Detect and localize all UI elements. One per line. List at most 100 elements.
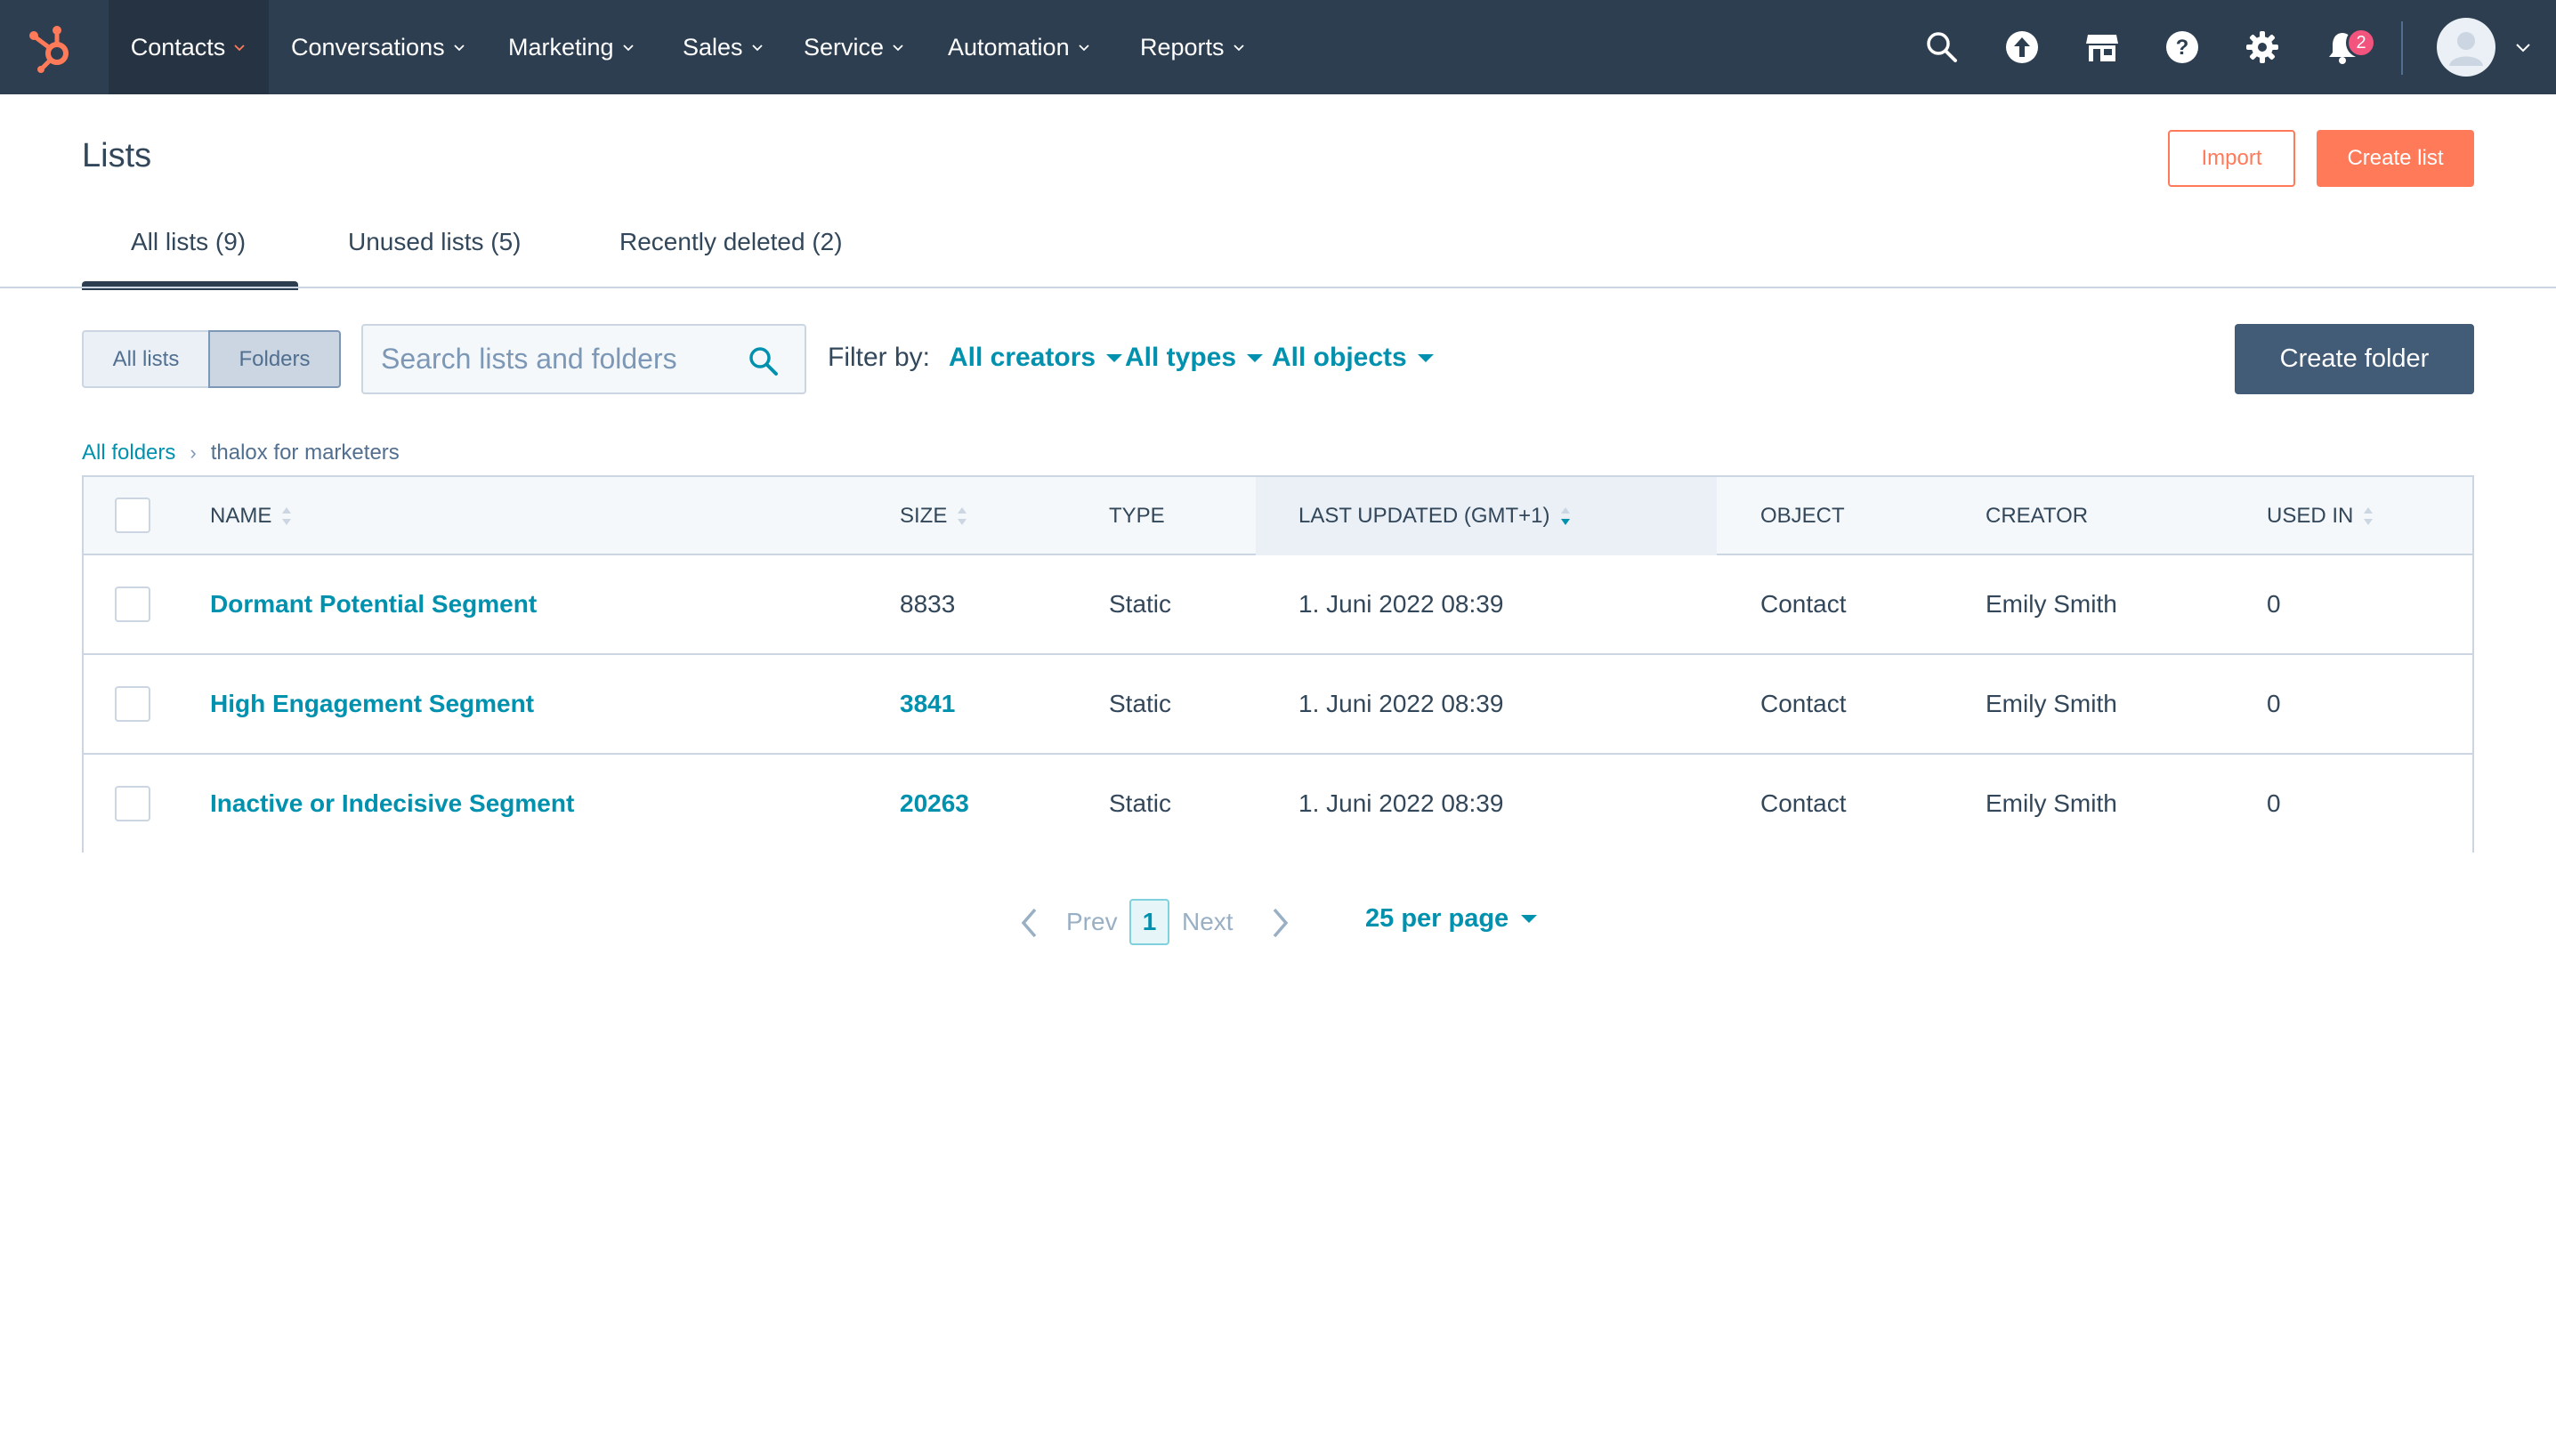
column-header-used-in-label: USED IN: [2267, 504, 2354, 528]
filter-types-dropdown[interactable]: All types: [1125, 343, 1264, 373]
column-header-last-updated-label: LAST UPDATED (GMT+1): [1298, 504, 1550, 528]
list-size: 8833: [900, 590, 956, 618]
list-size-link[interactable]: 3841: [900, 690, 955, 718]
column-header-last-updated[interactable]: LAST UPDATED (GMT+1): [1298, 504, 1572, 529]
nav-conversations[interactable]: Conversations: [291, 0, 466, 94]
search-input[interactable]: [381, 326, 737, 392]
tab-recently-deleted[interactable]: Recently deleted (2): [619, 228, 843, 256]
nav-contacts-label: Contacts: [130, 33, 226, 61]
per-page-dropdown[interactable]: 25 per page: [1365, 904, 1538, 934]
nav-service-label: Service: [804, 33, 885, 61]
nav-reports-label: Reports: [1140, 33, 1225, 61]
search-box: [361, 324, 806, 394]
list-last-updated: 1. Juni 2022 08:39: [1298, 590, 1504, 618]
nav-sales[interactable]: Sales: [683, 0, 764, 94]
select-all-checkbox[interactable]: [115, 497, 150, 533]
list-used-in: 0: [2267, 690, 2281, 717]
list-used-in: 0: [2267, 789, 2281, 817]
per-page-label: 25 per page: [1365, 904, 1509, 933]
pagination-prev[interactable]: Prev: [1066, 908, 1118, 936]
nav-contacts[interactable]: Contacts: [109, 0, 269, 94]
filter-objects-label: All objects: [1272, 343, 1407, 372]
column-header-creator: CREATOR: [1986, 504, 2088, 529]
hubspot-logo-icon[interactable]: [25, 20, 82, 77]
column-header-name-label: NAME: [210, 504, 272, 528]
account-menu-chevron-icon[interactable]: [2515, 42, 2531, 54]
chevron-down-icon: [751, 44, 763, 52]
list-last-updated: 1. Juni 2022 08:39: [1298, 789, 1504, 817]
pagination-current-page[interactable]: 1: [1129, 899, 1169, 945]
nav-conversations-label: Conversations: [291, 33, 445, 61]
column-header-object-label: OBJECT: [1760, 504, 1845, 528]
row-checkbox[interactable]: [115, 786, 150, 821]
caret-down-icon: [1417, 353, 1434, 362]
chevron-down-icon: [453, 44, 465, 52]
row-checkbox[interactable]: [115, 586, 150, 622]
view-toggle-folders[interactable]: Folders: [208, 330, 341, 388]
column-header-type-label: TYPE: [1109, 504, 1165, 528]
nav-marketing-label: Marketing: [508, 33, 614, 61]
list-object: Contact: [1760, 789, 1847, 817]
filter-by-label: Filter by:: [828, 343, 931, 372]
user-avatar[interactable]: [2437, 18, 2495, 77]
nav-service[interactable]: Service: [804, 0, 905, 94]
chevron-right-icon[interactable]: [1270, 906, 1291, 940]
page-title: Lists: [82, 137, 152, 174]
chevron-down-icon: [622, 44, 634, 52]
import-button[interactable]: Import: [2168, 130, 2295, 187]
nav-marketing[interactable]: Marketing: [508, 0, 635, 94]
user-silhouette-icon: [2449, 32, 2483, 66]
marketplace-icon[interactable]: [2084, 29, 2120, 65]
sort-icon: [2364, 507, 2374, 525]
table-row: High Engagement Segment 3841 Static 1. J…: [84, 655, 2472, 755]
help-icon[interactable]: ?: [2164, 29, 2200, 65]
sort-descending-icon: [1560, 507, 1570, 525]
search-icon[interactable]: [1924, 29, 1960, 65]
breadcrumb-current-folder: thalox for marketers: [210, 441, 400, 465]
nav-divider: [2401, 21, 2403, 75]
list-last-updated: 1. Juni 2022 08:39: [1298, 690, 1504, 717]
top-navigation-bar: Contacts Conversations Marketing Sales S…: [0, 0, 2556, 94]
lists-table: NAME SIZE TYPE LAST UPDATED (GMT+1) OBJE…: [82, 475, 2474, 854]
chevron-down-icon: [234, 44, 245, 52]
create-list-button[interactable]: Create list: [2317, 130, 2474, 187]
settings-icon[interactable]: [2245, 29, 2280, 65]
filter-creators-dropdown[interactable]: All creators: [949, 343, 1123, 373]
view-toggle-all-lists[interactable]: All lists: [82, 330, 210, 388]
list-name-link[interactable]: High Engagement Segment: [210, 690, 534, 718]
chevron-left-icon[interactable]: [1018, 906, 1039, 940]
breadcrumb-all-folders[interactable]: All folders: [82, 441, 175, 465]
create-folder-button[interactable]: Create folder: [2235, 324, 2474, 394]
caret-down-icon: [1247, 353, 1264, 362]
column-header-creator-label: CREATOR: [1986, 504, 2089, 528]
list-object: Contact: [1760, 590, 1847, 618]
search-icon[interactable]: [748, 345, 780, 377]
table-header: NAME SIZE TYPE LAST UPDATED (GMT+1) OBJE…: [84, 477, 2472, 555]
column-header-used-in[interactable]: USED IN: [2267, 504, 2374, 529]
list-used-in: 0: [2267, 590, 2281, 618]
list-name-link[interactable]: Inactive or Indecisive Segment: [210, 789, 574, 818]
upgrade-icon[interactable]: [2004, 29, 2040, 65]
list-creator: Emily Smith: [1986, 690, 2117, 717]
notifications-count-badge: 2: [2346, 28, 2376, 58]
column-header-type: TYPE: [1109, 504, 1165, 529]
breadcrumb-separator-icon: ›: [190, 441, 197, 464]
tab-all-lists[interactable]: All lists (9): [131, 228, 246, 256]
list-object: Contact: [1760, 690, 1847, 717]
tab-unused-lists[interactable]: Unused lists (5): [348, 228, 522, 256]
nav-reports[interactable]: Reports: [1140, 0, 1246, 94]
caret-down-icon: [1106, 353, 1123, 362]
column-header-size[interactable]: SIZE: [900, 504, 968, 529]
list-name-link[interactable]: Dormant Potential Segment: [210, 590, 537, 619]
list-type: Static: [1109, 590, 1172, 618]
chevron-down-icon: [893, 44, 903, 52]
filter-creators-label: All creators: [949, 343, 1096, 372]
filter-objects-dropdown[interactable]: All objects: [1272, 343, 1434, 373]
nav-automation[interactable]: Automation: [948, 0, 1091, 94]
list-size-link[interactable]: 20263: [900, 789, 969, 818]
list-creator: Emily Smith: [1986, 789, 2117, 817]
svg-text:?: ?: [2176, 36, 2189, 60]
pagination-next[interactable]: Next: [1182, 908, 1234, 936]
column-header-name[interactable]: NAME: [210, 504, 293, 529]
row-checkbox[interactable]: [115, 686, 150, 722]
